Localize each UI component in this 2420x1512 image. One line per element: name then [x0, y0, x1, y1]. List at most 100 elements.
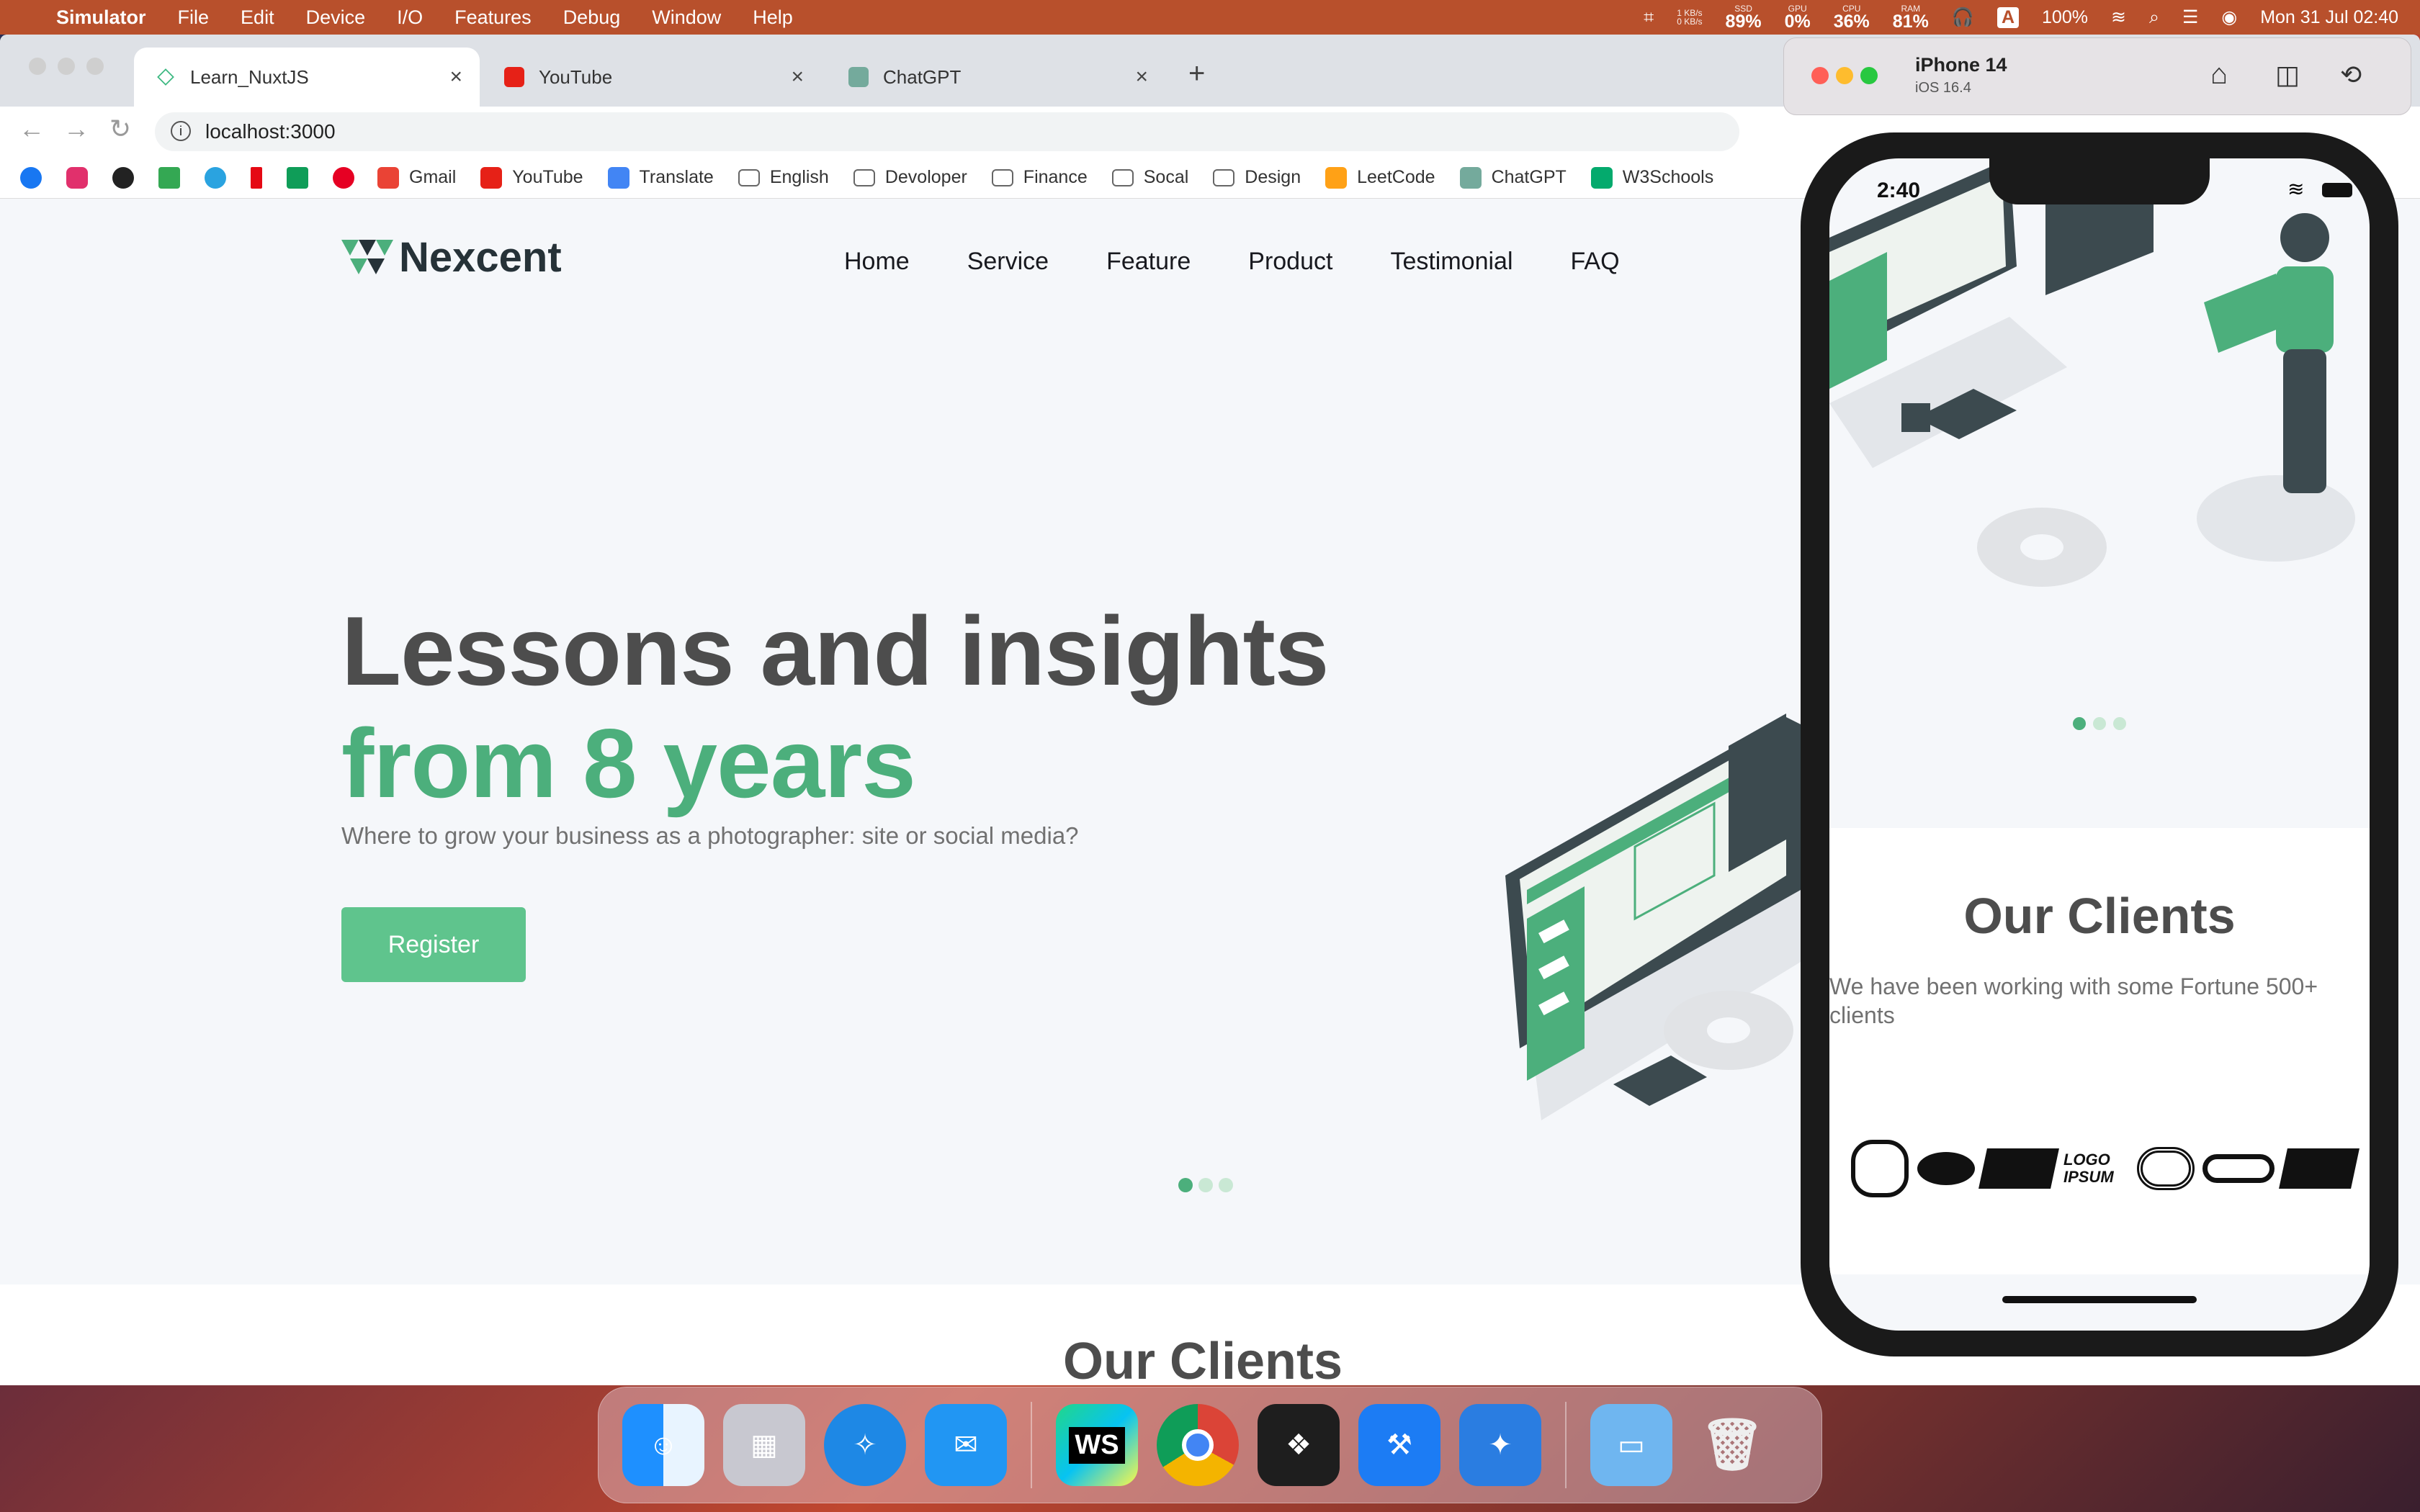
menu-file[interactable]: File [178, 6, 210, 29]
control-center-icon[interactable]: ☰ [2182, 6, 2198, 28]
window-zoom-dot[interactable] [86, 58, 104, 75]
menu-edit[interactable]: Edit [241, 6, 274, 29]
rotate-icon[interactable]: ⟲ [2340, 60, 2362, 90]
forward-icon[interactable]: → [63, 114, 89, 144]
sim-zoom-button[interactable] [1860, 67, 1878, 84]
mail-icon[interactable]: ✉ [925, 1404, 1007, 1486]
window-minimize-dot[interactable] [58, 58, 75, 75]
bookmark-folder-socal[interactable]: Socal [1111, 167, 1188, 188]
webstorm-icon[interactable]: WS [1056, 1404, 1138, 1486]
nav-faq[interactable]: FAQ [1571, 248, 1620, 276]
carousel-dot-3[interactable] [1219, 1178, 1233, 1192]
tab-chatgpt[interactable]: ChatGPT × [827, 48, 1165, 107]
input-source-icon[interactable]: A [1996, 6, 2020, 28]
headphones-icon[interactable]: 🎧 [1952, 7, 1974, 28]
sim-close-button[interactable] [1811, 67, 1829, 84]
close-tab-icon[interactable]: × [449, 65, 462, 89]
menubar-clock[interactable]: Mon 31 Jul 02:40 [2260, 7, 2398, 28]
google-drive-icon[interactable] [158, 166, 180, 189]
battery-percent[interactable]: 100% [2042, 7, 2088, 28]
sim-minimize-button[interactable] [1836, 67, 1853, 84]
client-logo-4-icon: LOGO IPSUM [2063, 1151, 2114, 1186]
menu-device[interactable]: Device [306, 6, 366, 29]
folder-icon[interactable]: ▭ [1590, 1404, 1672, 1486]
nav-home[interactable]: Home [844, 248, 910, 276]
menu-debug[interactable]: Debug [563, 6, 621, 29]
bookmark-youtube[interactable]: YouTube [480, 166, 583, 189]
reload-icon[interactable]: ↻ [109, 114, 131, 144]
window-close-dot[interactable] [29, 58, 46, 75]
github-icon[interactable] [112, 166, 134, 189]
pinterest-icon[interactable] [333, 166, 354, 189]
launchpad-icon[interactable]: ▦ [723, 1404, 805, 1486]
trash-icon[interactable]: 🗑 [1691, 1404, 1773, 1486]
menu-io[interactable]: I/O [397, 6, 423, 29]
close-tab-icon[interactable]: × [1135, 65, 1148, 89]
phone-status-time: 2:40 [1877, 179, 1921, 202]
tab-youtube[interactable]: YouTube × [483, 48, 821, 107]
menu-app-name[interactable]: Simulator [56, 6, 146, 29]
youtube-favicon-icon [504, 67, 524, 87]
home-indicator[interactable] [2002, 1296, 2197, 1303]
carousel-dot-2[interactable] [1198, 1178, 1213, 1192]
telegram-icon[interactable] [205, 166, 226, 189]
figma-icon[interactable]: ❖ [1258, 1404, 1340, 1486]
wifi-icon[interactable]: ≋ [2111, 6, 2126, 28]
phone-carousel-dot-1[interactable] [2073, 717, 2086, 730]
address-bar[interactable]: i localhost:3000 [155, 112, 1739, 151]
finder-icon[interactable]: ☺ [622, 1404, 704, 1486]
bookmark-folder-design[interactable]: Design [1213, 167, 1301, 188]
site-logo[interactable]: Nexcent [341, 233, 562, 282]
bookmark-translate[interactable]: Translate [607, 166, 714, 189]
bookmark-gmail[interactable]: Gmail [377, 166, 456, 189]
register-button[interactable]: Register [341, 907, 526, 982]
translate-icon [607, 166, 629, 189]
home-icon[interactable]: ⌂ [2210, 58, 2228, 91]
screenshot-icon[interactable]: ◫ [2275, 60, 2300, 90]
facebook-icon[interactable] [20, 166, 42, 189]
phone-carousel-dot-2[interactable] [2093, 717, 2106, 730]
safari-icon[interactable]: ✧ [824, 1404, 906, 1486]
new-tab-icon[interactable]: + [1188, 58, 1205, 90]
phone-carousel-dot-3[interactable] [2113, 717, 2126, 730]
nav-product[interactable]: Product [1248, 248, 1332, 276]
nexcent-logo-icon [341, 239, 393, 274]
site-info-icon[interactable]: i [171, 121, 191, 141]
chatgpt-icon [1459, 166, 1482, 189]
close-tab-icon[interactable]: × [791, 65, 804, 89]
youtube-icon [480, 166, 503, 189]
folder-icon [853, 168, 875, 186]
nav-testimonial[interactable]: Testimonial [1390, 248, 1512, 276]
bookmark-chatgpt[interactable]: ChatGPT [1459, 166, 1567, 189]
bookmark-folder-devoloper[interactable]: Devoloper [853, 167, 967, 188]
netflix-icon[interactable] [251, 166, 262, 189]
folder-icon [738, 168, 760, 186]
client-logo-6-icon [2202, 1154, 2275, 1183]
nav-feature[interactable]: Feature [1106, 248, 1191, 276]
bookmark-w3schools[interactable]: W3Schools [1590, 166, 1713, 189]
instagram-icon[interactable] [66, 166, 88, 189]
menu-window[interactable]: Window [652, 6, 721, 29]
siri-icon[interactable]: ◉ [2221, 6, 2237, 28]
cpu-stat: CPU 36% [1833, 3, 1870, 32]
menu-features[interactable]: Features [454, 6, 532, 29]
macos-menubar: Simulator File Edit Device I/O Features … [0, 0, 2420, 35]
bookmark-folder-finance[interactable]: Finance [991, 167, 1088, 188]
bookmark-folder-english[interactable]: English [738, 167, 829, 188]
figma-status-icon[interactable]: ⌗ [1644, 7, 1654, 28]
client-logo-3-icon [1978, 1148, 2060, 1189]
simulator-icon[interactable]: ✦ [1459, 1404, 1541, 1486]
google-sheets-icon[interactable] [287, 166, 308, 189]
chrome-icon[interactable] [1157, 1404, 1239, 1486]
carousel-dot-1[interactable] [1178, 1178, 1193, 1192]
bookmark-leetcode[interactable]: LeetCode [1325, 166, 1435, 189]
xcode-icon[interactable]: ⚒ [1358, 1404, 1440, 1486]
back-icon[interactable]: ← [19, 114, 45, 144]
nav-service[interactable]: Service [967, 248, 1049, 276]
spotlight-search-icon[interactable]: ⌕ [2149, 7, 2159, 28]
menu-help[interactable]: Help [753, 6, 793, 29]
url-text: localhost:3000 [205, 120, 336, 143]
clients-heading: Our Clients [1063, 1333, 1343, 1385]
tab-learn-nuxtjs[interactable]: Learn_NuxtJS × [134, 48, 480, 107]
hero-heading: Lessons and insights [341, 596, 1329, 706]
